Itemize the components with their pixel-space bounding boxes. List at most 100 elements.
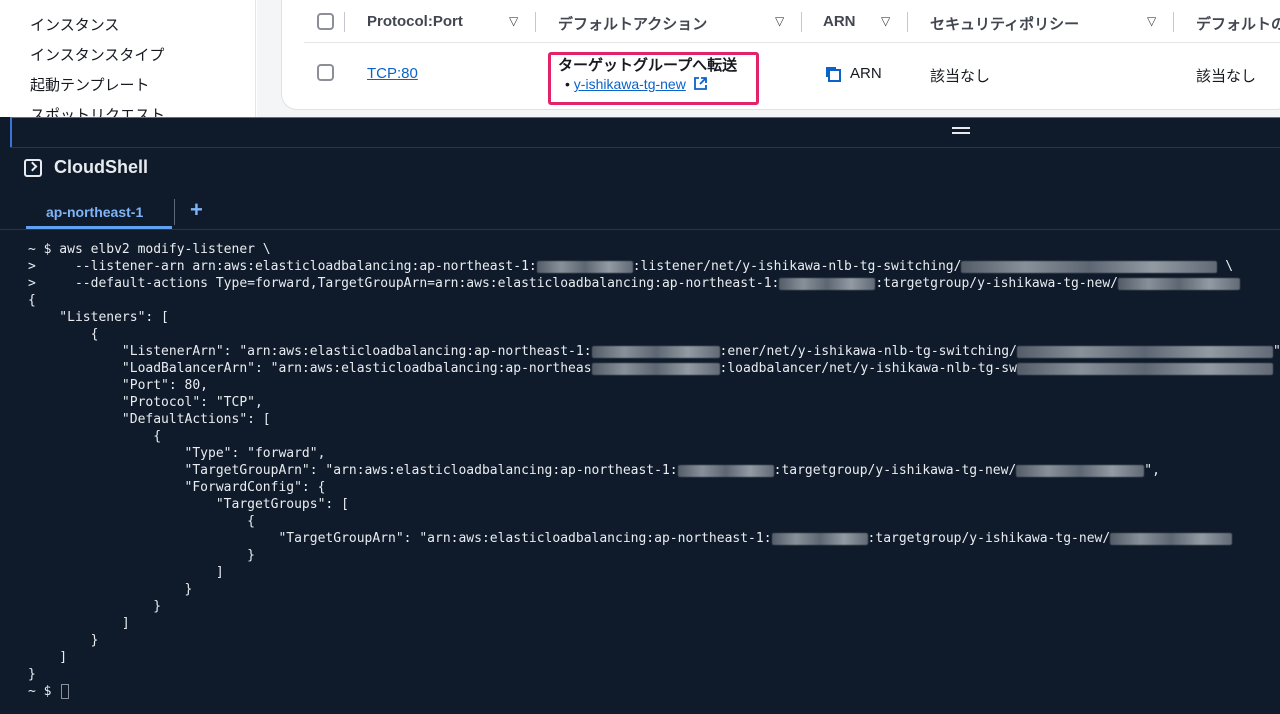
terminal-text: ] [28, 565, 224, 580]
terminal-line: ] [28, 649, 1280, 666]
cloudshell-resize-bar[interactable] [10, 117, 1280, 147]
column-divider [907, 12, 908, 32]
terminal-text: "Type": "forward", [28, 446, 326, 461]
sidebar-item-instance-types[interactable]: インスタンスタイプ [30, 44, 164, 65]
terminal-line: } [28, 581, 1280, 598]
tab-label: ap-northeast-1 [46, 204, 144, 220]
terminal-line: "Protocol": "TCP", [28, 394, 1280, 411]
listener-protocol-port-link[interactable]: TCP:80 [367, 65, 418, 82]
terminal-line: ~ $ aws elbv2 modify-listener \ [28, 241, 1280, 258]
terminal-text: } [28, 667, 36, 682]
terminal-text: ", [1144, 463, 1160, 478]
terminal-line: { [28, 292, 1280, 309]
terminal-line: "DefaultActions": [ [28, 411, 1280, 428]
highlight-box [548, 52, 759, 105]
redacted-id [1016, 464, 1145, 477]
cloudshell-title: CloudShell [54, 157, 148, 177]
column-header-default-action[interactable]: デフォルトアクション [558, 13, 707, 34]
terminal-text: :ener/net/y-ishikawa-nlb-tg-switching/ [719, 344, 1017, 359]
redacted-id [1016, 362, 1273, 375]
table-row-divider [304, 42, 1280, 43]
redacted-id [1110, 532, 1233, 545]
sort-caret-icon[interactable]: ▽ [881, 14, 890, 28]
default-cert-value: 該当なし [1196, 68, 1257, 85]
terminal-text: "Port": 80, [28, 378, 209, 393]
copy-icon[interactable] [824, 65, 842, 83]
terminal-text: > --listener-arn arn:aws:elasticloadbala… [28, 259, 537, 274]
terminal-text: :targetgroup/y-ishikawa-tg-new/ [875, 276, 1118, 291]
terminal-text: "DefaultActions": [ [28, 412, 271, 427]
column-header-protocol-port[interactable]: Protocol:Port [367, 13, 463, 30]
redacted-id [1118, 277, 1240, 290]
divider [10, 147, 1280, 148]
terminal-text: } [28, 548, 255, 563]
sidebar: インスタンス インスタンスタイプ 起動テンプレート スポットリクエスト [0, 0, 256, 117]
row-checkbox[interactable] [317, 64, 334, 81]
terminal-text: } [28, 599, 162, 614]
redacted-account-id [591, 345, 720, 358]
column-divider [801, 12, 802, 32]
terminal-text: { [28, 429, 162, 444]
terminal-text: "Listeners": [ [28, 310, 169, 325]
terminal-line: "TargetGroupArn": "arn:aws:elasticloadba… [28, 530, 1280, 547]
terminal-line: "Type": "forward", [28, 445, 1280, 462]
select-all-checkbox[interactable] [317, 13, 334, 30]
redacted-account-id [779, 277, 876, 290]
sort-caret-icon[interactable]: ▽ [775, 14, 784, 28]
arn-copy-label[interactable]: ARN [850, 65, 882, 82]
sort-caret-icon[interactable]: ▽ [1147, 14, 1156, 28]
terminal-line: { [28, 428, 1280, 445]
terminal-line: "ForwardConfig": { [28, 479, 1280, 496]
terminal-line: "ListenerArn": "arn:aws:elasticloadbalan… [28, 343, 1280, 360]
terminal-line: } [28, 547, 1280, 564]
terminal-text: ] [28, 616, 130, 631]
tab-ap-northeast-1[interactable]: ap-northeast-1 [26, 197, 172, 229]
column-header-default-cert[interactable]: デフォルトの [1196, 13, 1280, 34]
terminal-text: } [28, 633, 99, 648]
terminal-text: { [28, 327, 99, 342]
terminal-line: } [28, 598, 1280, 615]
terminal-cursor[interactable] [61, 684, 70, 699]
sort-caret-icon[interactable]: ▽ [509, 14, 518, 28]
column-header-arn[interactable]: ARN [823, 13, 856, 30]
drag-handle-icon[interactable] [952, 127, 970, 135]
terminal-text: { [28, 514, 255, 529]
cloudshell-panel: CloudShell ap-northeast-1 + ~ $ aws elbv… [0, 117, 1280, 714]
sidebar-item-instances[interactable]: インスタンス [30, 14, 119, 35]
terminal-text: ", [1272, 344, 1280, 359]
terminal-line: { [28, 513, 1280, 530]
sidebar-item-launch-templates[interactable]: 起動テンプレート [30, 74, 150, 95]
terminal-line: "TargetGroupArn": "arn:aws:elasticloadba… [28, 462, 1280, 479]
terminal-text: :targetgroup/y-ishikawa-tg-new/ [867, 531, 1111, 546]
terminal-text: :targetgroup/y-ishikawa-tg-new/ [773, 463, 1017, 478]
redacted-account-id [771, 532, 868, 545]
redacted-account-id [677, 464, 774, 477]
terminal-icon [24, 159, 42, 177]
terminal-text: ~ $ [28, 684, 60, 699]
terminal-text: :loadbalancer/net/y-ishikawa-nlb-tg-sw [719, 361, 1017, 376]
redacted-account-id [536, 260, 633, 273]
security-policy-value: 該当なし [930, 68, 991, 85]
terminal-text: ~ $ aws elbv2 modify-listener \ [28, 242, 271, 257]
terminal-line: } [28, 632, 1280, 649]
terminal-line: ] [28, 615, 1280, 632]
column-divider [344, 12, 345, 32]
terminal-text: \ [1217, 259, 1234, 274]
terminal-text: "TargetGroups": [ [28, 497, 349, 512]
column-divider [535, 12, 536, 32]
terminal-line: "Listeners": [ [28, 309, 1280, 326]
column-header-security-policy[interactable]: セキュリティポリシー [930, 13, 1079, 34]
terminal-line: > --listener-arn arn:aws:elasticloadbala… [28, 258, 1280, 275]
terminal-text: "ListenerArn": "arn:aws:elasticloadbalan… [28, 344, 592, 359]
column-divider [1173, 12, 1174, 32]
terminal-prompt-line: ~ $ [28, 683, 1280, 700]
sidebar-item-spot-requests[interactable]: スポットリクエスト [30, 104, 165, 117]
add-tab-button[interactable]: + [190, 197, 203, 223]
terminal-line: "TargetGroups": [ [28, 496, 1280, 513]
terminal-output[interactable]: ~ $ aws elbv2 modify-listener \ > --list… [28, 241, 1280, 714]
terminal-line: "Port": 80, [28, 377, 1280, 394]
terminal-text: "Protocol": "TCP", [28, 395, 263, 410]
terminal-text: { [28, 293, 36, 308]
redacted-account-id [591, 362, 720, 375]
terminal-text: ] [28, 650, 68, 665]
